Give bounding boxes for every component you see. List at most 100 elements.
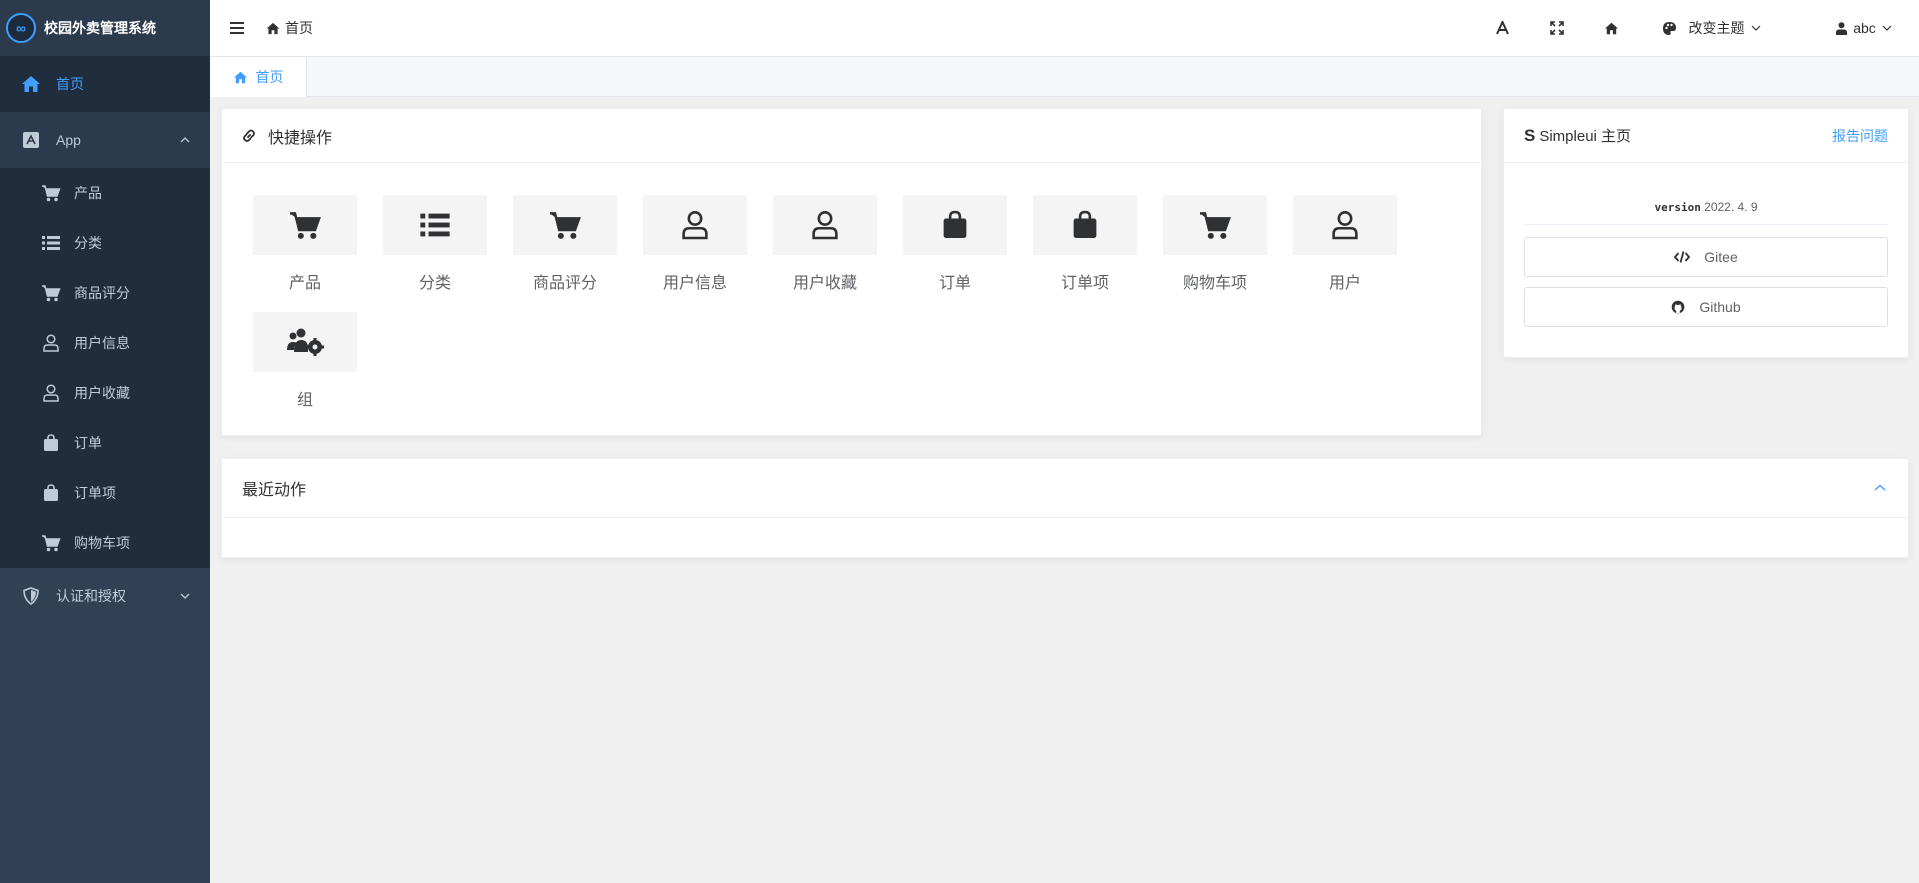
app-title: 校园外卖管理系统 — [44, 20, 156, 36]
home-icon — [233, 71, 248, 84]
sidebar-item-category[interactable]: 分类 — [0, 218, 210, 268]
quick-actions-header: 快捷操作 — [222, 109, 1481, 163]
quick-item-label: 购物车项 — [1182, 275, 1247, 292]
theme-label: 改变主题 — [1688, 20, 1745, 36]
version-info: version 2022. 4. 9 — [1504, 200, 1908, 214]
chevron-down-icon — [1882, 23, 1892, 33]
quick-item-label: 用户信息 — [662, 275, 727, 292]
user-dropdown[interactable]: abc — [1829, 0, 1899, 57]
sidebar-item-label: 购物车项 — [74, 535, 130, 551]
quick-item-order[interactable]: 订单 — [903, 195, 1007, 305]
sidebar-item-label: 产品 — [74, 185, 102, 201]
simpleui-title: Simpleui 主页 — [1539, 128, 1632, 145]
sidebar-item-orderitem[interactable]: 订单项 — [0, 468, 210, 518]
quick-item-group[interactable]: 组 — [253, 312, 357, 422]
simpleui-card: S Simpleui 主页 报告问题 version 2022. 4. 9 Gi… — [1503, 108, 1909, 358]
gitee-button[interactable]: Gitee — [1524, 237, 1888, 277]
sidebar-item-label: 订单 — [74, 435, 102, 451]
quick-item-label: 产品 — [288, 275, 321, 292]
menu-toggle-icon[interactable] — [230, 22, 250, 34]
tab-bar: 首页 — [210, 57, 1919, 97]
cart-icon — [288, 210, 322, 240]
sidebar-item-product[interactable]: 产品 — [0, 168, 210, 218]
theme-dropdown[interactable]: 改变主题 — [1656, 0, 1766, 57]
sidebar-item-favorites[interactable]: 用户收藏 — [0, 368, 210, 418]
quick-item-label: 用户收藏 — [792, 275, 857, 292]
quick-item-rating[interactable]: 商品评分 — [513, 195, 617, 305]
sidebar-item-label: App — [56, 132, 81, 148]
sidebar-item-label: 首页 — [56, 76, 84, 92]
user-icon — [1836, 21, 1848, 35]
quick-item-cartitem[interactable]: 购物车项 — [1163, 195, 1267, 305]
sidebar-item-label: 分类 — [74, 235, 102, 251]
users-gear-icon — [286, 328, 324, 356]
breadcrumb-label: 首页 — [285, 20, 313, 36]
app-store-icon — [20, 129, 42, 151]
divider — [1524, 224, 1888, 225]
simpleui-header: S Simpleui 主页 报告问题 — [1504, 109, 1908, 163]
report-issue-link[interactable]: 报告问题 — [1832, 126, 1888, 146]
code-icon — [1674, 251, 1691, 263]
home-icon — [266, 22, 280, 35]
github-button[interactable]: Github — [1524, 287, 1888, 327]
chevron-up-icon — [180, 135, 190, 145]
quick-item-userinfo[interactable]: 用户信息 — [643, 195, 747, 305]
recent-actions-card: 最近动作 — [221, 458, 1909, 558]
quick-item-orderitem[interactable]: 订单项 — [1033, 195, 1137, 305]
quick-actions-card: 快捷操作 产品 分类 商品评分 用户信息 用户收藏 订单 订单项 购物车项 用户… — [221, 108, 1482, 436]
sidebar-item-label: 订单项 — [74, 485, 116, 501]
cart-icon — [40, 532, 62, 554]
quick-item-user[interactable]: 用户 — [1293, 195, 1397, 305]
quick-item-product[interactable]: 产品 — [253, 195, 357, 305]
list-icon — [40, 232, 62, 254]
sidebar-item-label: 用户收藏 — [74, 385, 130, 401]
home-button[interactable] — [1596, 0, 1626, 57]
chevron-down-icon — [180, 591, 190, 601]
bag-icon — [942, 210, 968, 240]
sidebar-item-order[interactable]: 订单 — [0, 418, 210, 468]
user-icon — [812, 210, 838, 240]
user-icon — [40, 382, 62, 404]
sidebar-item-rating[interactable]: 商品评分 — [0, 268, 210, 318]
sidebar-item-userinfo[interactable]: 用户信息 — [0, 318, 210, 368]
quick-item-label: 组 — [296, 392, 313, 409]
bag-icon — [40, 432, 62, 454]
quick-item-label: 订单项 — [1060, 275, 1109, 292]
cart-icon — [1198, 210, 1232, 240]
quick-actions-title: 快捷操作 — [268, 129, 333, 147]
sidebar-group-auth[interactable]: 认证和授权 — [0, 568, 210, 624]
list-icon — [420, 212, 450, 238]
cart-icon — [40, 282, 62, 304]
sidebar-item-label: 认证和授权 — [56, 588, 126, 604]
chevron-up-icon[interactable] — [1874, 483, 1886, 493]
quick-item-favorites[interactable]: 用户收藏 — [773, 195, 877, 305]
cart-icon — [548, 210, 582, 240]
gitee-label: Gitee — [1704, 249, 1738, 265]
home-icon — [20, 73, 42, 95]
app-logo[interactable]: ∞ 校园外卖管理系统 — [0, 0, 210, 56]
sidebar-submenu-app: 产品 分类 商品评分 用户信息 用户收藏 订单 订单项 购物车项 — [0, 168, 210, 568]
breadcrumb[interactable]: 首页 — [266, 18, 313, 38]
version-label: version — [1654, 201, 1701, 214]
user-icon — [682, 210, 708, 240]
github-icon — [1671, 300, 1685, 314]
sidebar-item-label: 商品评分 — [74, 285, 130, 301]
simpleui-logo-icon: S — [1524, 125, 1536, 145]
fullscreen-button[interactable] — [1542, 0, 1572, 57]
quick-item-category[interactable]: 分类 — [383, 195, 487, 305]
home-icon — [1604, 22, 1619, 35]
recent-actions-header[interactable]: 最近动作 — [222, 459, 1908, 518]
quick-item-label: 分类 — [418, 275, 451, 292]
logo-icon: ∞ — [6, 13, 36, 43]
sidebar-group-app[interactable]: App — [0, 112, 210, 168]
user-icon — [1332, 210, 1358, 240]
bag-icon — [40, 482, 62, 504]
sidebar-item-cartitem[interactable]: 购物车项 — [0, 518, 210, 568]
user-icon — [40, 332, 62, 354]
tab-home[interactable]: 首页 — [210, 57, 307, 97]
user-name: abc — [1853, 20, 1876, 36]
font-icon — [1495, 21, 1509, 35]
font-size-button[interactable] — [1487, 0, 1517, 57]
quick-item-label: 商品评分 — [532, 275, 597, 292]
sidebar-item-home[interactable]: 首页 — [0, 56, 210, 112]
